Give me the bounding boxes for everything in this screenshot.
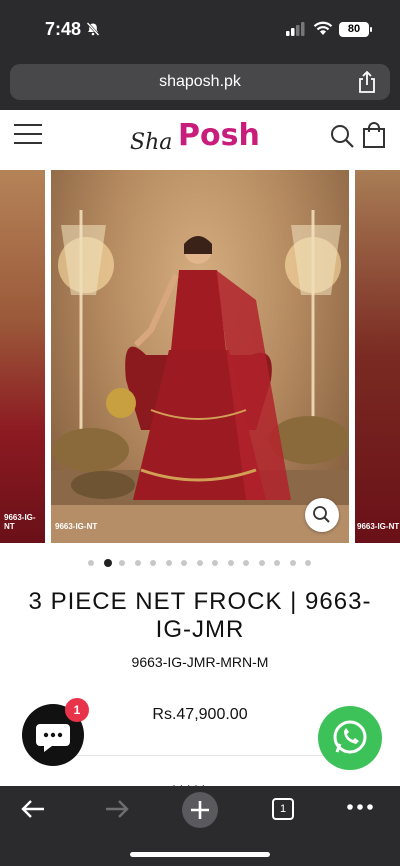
pagination-dot[interactable] xyxy=(243,560,249,566)
slide-label: 9663-IG-NT xyxy=(55,522,98,531)
plus-icon xyxy=(191,801,209,819)
web-page: Sha Posh 9663-IG-NT 9663-IG-NT 9663-IG-N… xyxy=(0,110,400,786)
logo-text-sha: Sha xyxy=(130,130,173,155)
shopping-bag-icon[interactable] xyxy=(362,122,386,148)
site-logo[interactable]: Sha Posh xyxy=(130,118,275,158)
product-sku: 9663-IG-JMR-MRN-M xyxy=(131,654,269,670)
pagination-dot[interactable] xyxy=(212,560,218,566)
gallery-slide-current[interactable]: 9663-IG-NT xyxy=(51,170,349,543)
pagination-dot[interactable] xyxy=(181,560,187,566)
search-icon[interactable] xyxy=(330,124,354,148)
wifi-icon xyxy=(313,21,333,35)
product-title: 3 PIECE NET FROCK | 9663-IG-JMR xyxy=(28,588,372,643)
pagination-dot[interactable] xyxy=(150,560,156,566)
pagination-dot[interactable] xyxy=(227,560,234,566)
browser-url-area: shaposh.pk xyxy=(0,58,400,110)
pagination-dot[interactable] xyxy=(274,560,280,566)
forward-arrow-icon[interactable] xyxy=(104,798,130,820)
address-bar[interactable]: shaposh.pk xyxy=(10,64,390,100)
signal-icon xyxy=(286,22,305,36)
logo-text-posh: Posh xyxy=(178,118,260,153)
site-header: Sha Posh xyxy=(0,110,400,166)
product-photo xyxy=(51,210,349,543)
back-arrow-icon[interactable] xyxy=(20,798,46,820)
gallery-slide-next[interactable]: 9663-IG-NT xyxy=(355,170,400,543)
product-image-gallery[interactable]: 9663-IG-NT 9663-IG-NT 9663-IG-NT xyxy=(0,170,400,543)
pagination-dot[interactable] xyxy=(119,560,125,566)
more-options-icon[interactable] xyxy=(346,802,374,812)
whatsapp-button[interactable] xyxy=(318,706,382,770)
zoom-search-icon xyxy=(313,506,330,523)
gallery-slide-previous[interactable]: 9663-IG-NT xyxy=(0,170,45,543)
pagination-dot[interactable] xyxy=(103,559,112,567)
status-bar: 7:48 80 xyxy=(0,0,400,58)
pagination-dot[interactable] xyxy=(134,560,141,566)
tab-count-button[interactable]: 1 xyxy=(272,798,294,820)
bell-off-icon xyxy=(86,22,100,36)
gallery-pagination-dots[interactable] xyxy=(88,559,318,567)
pagination-dot[interactable] xyxy=(165,560,172,566)
url-text: shaposh.pk xyxy=(159,73,241,90)
zoom-button[interactable] xyxy=(305,498,339,532)
partially-hidden-text: · · · · · xyxy=(172,778,206,786)
browser-toolbar: 1 xyxy=(0,786,400,866)
hamburger-menu-icon[interactable] xyxy=(14,124,42,146)
new-tab-button[interactable] xyxy=(182,792,218,828)
pagination-dot[interactable] xyxy=(289,560,296,566)
slide-label: 9663-IG-NT xyxy=(4,513,36,531)
pagination-dot[interactable] xyxy=(305,560,311,566)
home-indicator xyxy=(130,852,270,857)
status-time: 7:48 xyxy=(45,19,82,39)
pagination-dot[interactable] xyxy=(258,560,265,566)
chat-notification-badge: 1 xyxy=(65,698,89,722)
battery-indicator: 80 xyxy=(339,22,372,37)
pagination-dot[interactable] xyxy=(88,560,94,566)
share-icon[interactable] xyxy=(358,71,376,93)
whatsapp-icon xyxy=(333,720,367,754)
pagination-dot[interactable] xyxy=(196,560,203,566)
slide-label: 9663-IG-NT xyxy=(357,522,400,531)
